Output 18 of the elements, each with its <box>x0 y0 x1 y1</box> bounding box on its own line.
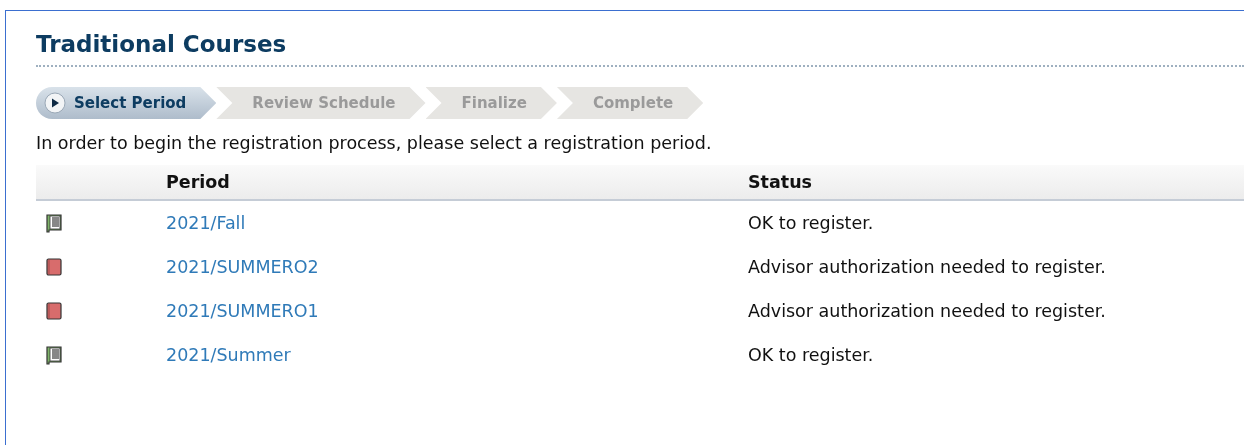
step-tab[interactable]: Select Period <box>36 87 217 119</box>
closed-book-icon <box>45 257 63 277</box>
period-link[interactable]: 2021/Fall <box>166 213 246 233</box>
period-link[interactable]: 2021/SUMMERO2 <box>166 257 319 277</box>
open-book-icon <box>45 213 63 233</box>
closed-book-icon <box>45 301 63 321</box>
status-text: Advisor authorization needed to register. <box>748 301 1107 321</box>
status-text: Advisor authorization needed to register. <box>748 257 1107 277</box>
column-header: Status <box>748 172 814 192</box>
play-icon <box>44 92 66 114</box>
period-link[interactable]: 2021/Summer <box>166 345 291 365</box>
instruction-text: In order to begin the registration process, please select a registration period. <box>36 133 713 153</box>
column-header: Period <box>166 172 231 192</box>
open-book-icon <box>45 345 63 365</box>
page-title: Traditional Courses <box>36 31 1244 67</box>
status-text: OK to register. <box>748 345 875 365</box>
status-text: OK to register. <box>748 213 875 233</box>
period-link[interactable]: 2021/SUMMERO1 <box>166 301 319 321</box>
